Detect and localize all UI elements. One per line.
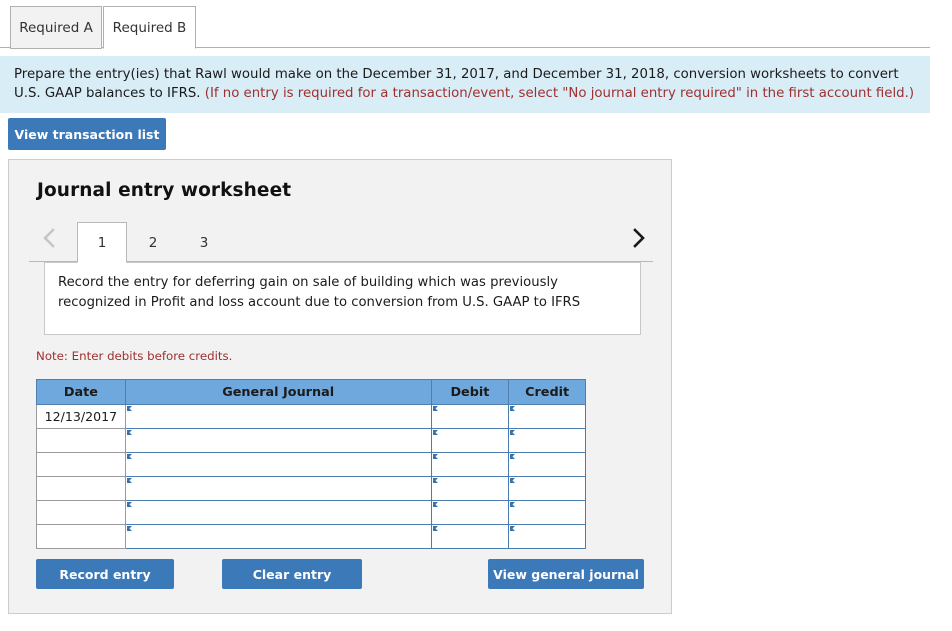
journal-entry-table-body: 12/13/2017 (37, 405, 586, 549)
worksheet-page-2-label: 2 (149, 235, 158, 251)
cell-general-journal[interactable] (125, 429, 431, 453)
debits-before-credits-note: Note: Enter debits before credits. (36, 349, 232, 363)
column-header-credit: Credit (509, 380, 586, 405)
journal-entry-table: Date General Journal Debit Credit 12/13/… (36, 379, 586, 549)
column-header-date: Date (37, 380, 126, 405)
cell-date[interactable]: 12/13/2017 (37, 405, 126, 429)
chevron-left-icon[interactable] (35, 222, 63, 254)
cell-general-journal[interactable] (125, 501, 431, 525)
tab-required-a-label: Required A (19, 20, 93, 36)
table-row (37, 501, 586, 525)
cell-date[interactable] (37, 429, 126, 453)
view-general-journal-button[interactable]: View general journal (488, 559, 644, 589)
worksheet-page-1-label: 1 (98, 235, 107, 251)
table-row (37, 429, 586, 453)
worksheet-page-3-label: 3 (200, 235, 209, 251)
column-header-general-journal: General Journal (125, 380, 431, 405)
worksheet-page-2[interactable]: 2 (128, 222, 178, 263)
cell-credit[interactable] (509, 429, 586, 453)
cell-general-journal[interactable] (125, 405, 431, 429)
cell-credit[interactable] (509, 405, 586, 429)
worksheet-page-1[interactable]: 1 (77, 222, 127, 263)
table-header-row: Date General Journal Debit Credit (37, 380, 586, 405)
cell-credit[interactable] (509, 501, 586, 525)
tab-required-a[interactable]: Required A (10, 6, 102, 49)
cell-general-journal[interactable] (125, 477, 431, 501)
cell-credit[interactable] (509, 525, 586, 549)
cell-date[interactable] (37, 453, 126, 477)
cell-debit[interactable] (431, 429, 509, 453)
entry-description: Record the entry for deferring gain on s… (44, 262, 641, 335)
column-header-debit: Debit (431, 380, 509, 405)
worksheet-pager: 1 2 3 (29, 214, 653, 262)
table-row (37, 477, 586, 501)
cell-debit[interactable] (431, 501, 509, 525)
view-transaction-list-button[interactable]: View transaction list (8, 118, 166, 150)
cell-date[interactable] (37, 501, 126, 525)
cell-debit[interactable] (431, 405, 509, 429)
cell-credit[interactable] (509, 477, 586, 501)
cell-date[interactable] (37, 525, 126, 549)
worksheet-title: Journal entry worksheet (37, 180, 291, 201)
record-entry-button[interactable]: Record entry (36, 559, 174, 589)
instruction-panel: Prepare the entry(ies) that Rawl would m… (0, 56, 930, 113)
cell-credit[interactable] (509, 453, 586, 477)
instruction-warning: (If no entry is required for a transacti… (205, 86, 914, 101)
cell-date[interactable] (37, 477, 126, 501)
cell-debit[interactable] (431, 477, 509, 501)
cell-general-journal[interactable] (125, 453, 431, 477)
table-row: 12/13/2017 (37, 405, 586, 429)
journal-entry-worksheet-panel: Journal entry worksheet 1 2 3 Record the… (8, 159, 672, 614)
worksheet-page-3[interactable]: 3 (179, 222, 229, 263)
table-row (37, 453, 586, 477)
clear-entry-button[interactable]: Clear entry (222, 559, 362, 589)
cell-debit[interactable] (431, 525, 509, 549)
cell-debit[interactable] (431, 453, 509, 477)
tab-required-b[interactable]: Required B (103, 6, 196, 49)
tab-required-b-label: Required B (113, 20, 187, 36)
cell-general-journal[interactable] (125, 525, 431, 549)
requirement-tabstrip: Required A Required B (0, 0, 930, 48)
table-row (37, 525, 586, 549)
instruction-line-2: U.S. GAAP balances to IFRS. (14, 86, 205, 101)
chevron-right-icon[interactable] (625, 222, 653, 254)
instruction-line-1: Prepare the entry(ies) that Rawl would m… (14, 67, 899, 82)
